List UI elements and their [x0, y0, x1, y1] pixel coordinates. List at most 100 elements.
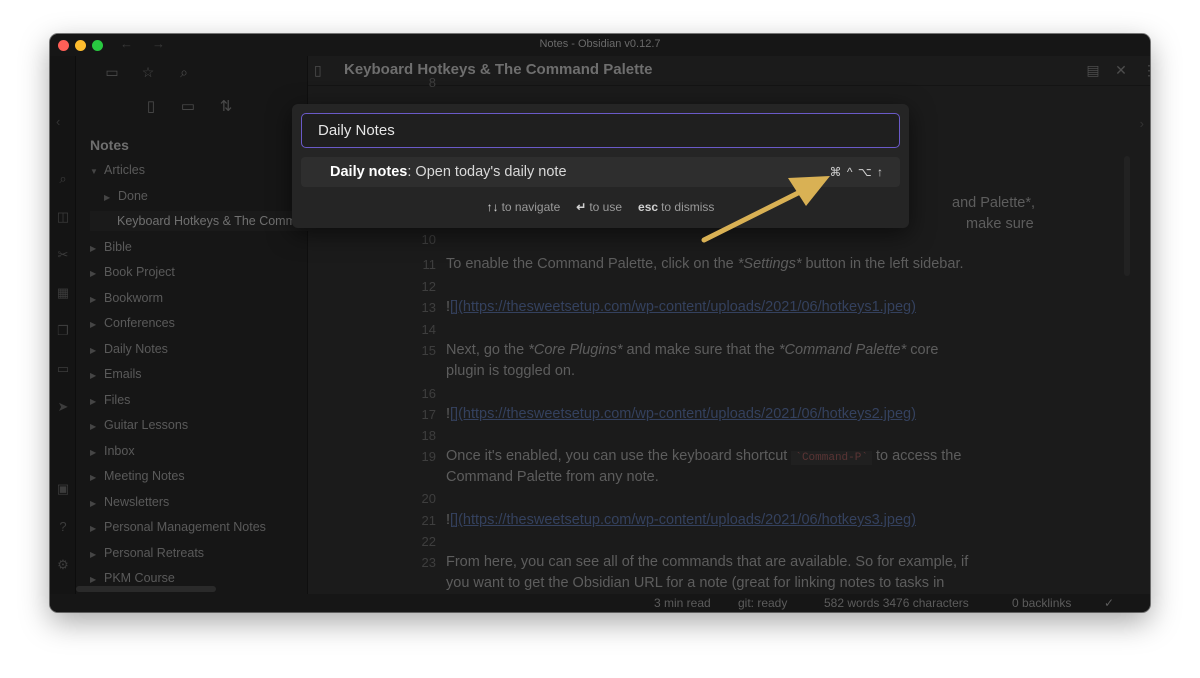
- search-tab-icon[interactable]: ⌕: [174, 62, 194, 82]
- line-number: 21: [421, 513, 436, 528]
- word-count: 582 words 3476 characters: [824, 596, 969, 610]
- palette-instructions: ↑↓ to navigate ↵ to use esc to dismiss: [292, 200, 909, 214]
- tree-item[interactable]: ▶ Book Project: [90, 262, 308, 282]
- window-title: Notes - Obsidian v0.12.7: [539, 38, 661, 50]
- tree-item[interactable]: ▶ Guitar Lessons: [90, 415, 308, 435]
- chevron-right-icon: ▶: [90, 422, 97, 431]
- graph-view-icon[interactable]: ◫: [54, 208, 72, 226]
- copy-icon[interactable]: ❐: [54, 322, 72, 340]
- tree-item[interactable]: ▶ Bible: [90, 237, 308, 257]
- editor-line: you want to get the Obsidian URL for a n…: [446, 573, 944, 594]
- tree-item-label: Bible: [104, 239, 132, 254]
- line-text: Once it's enabled, you can use the keybo…: [446, 448, 792, 464]
- line-text: Next, go the: [446, 342, 529, 358]
- instruction-text: to navigate: [501, 200, 561, 214]
- tree-item[interactable]: ▶ Done: [104, 186, 308, 206]
- chevron-right-icon: ▶: [104, 192, 111, 202]
- vault-icon[interactable]: ▣: [54, 480, 72, 498]
- tree-item-label: Inbox: [104, 443, 135, 458]
- slides-icon[interactable]: ▭: [54, 360, 72, 378]
- git-status[interactable]: git: ready: [738, 596, 787, 610]
- collapse-left-icon[interactable]: ‹: [56, 114, 60, 129]
- calendar-icon[interactable]: ▦: [54, 284, 72, 302]
- tree-item-label: Keyboard Hotkeys & The Comm: [117, 214, 297, 228]
- tree-item[interactable]: ▶ Bookworm: [90, 288, 308, 308]
- instruction-key: ↑↓: [486, 200, 499, 214]
- tree-item[interactable]: ▶ Inbox: [90, 441, 308, 461]
- tree-item[interactable]: Keyboard Hotkeys & The Comm: [90, 211, 308, 231]
- line-number: 11: [422, 257, 437, 272]
- tree-item-label: Articles: [104, 163, 145, 177]
- backlinks-count[interactable]: 0 backlinks: [1012, 596, 1071, 610]
- line-number: 18: [421, 428, 436, 443]
- tree-item[interactable]: ▶ Daily Notes: [90, 339, 308, 359]
- chevron-right-icon: ▶: [90, 473, 97, 482]
- send-icon[interactable]: ➤: [54, 398, 72, 416]
- preview-toggle-icon[interactable]: ▤: [1084, 61, 1102, 79]
- git-icon[interactable]: ✂: [54, 246, 72, 264]
- peek-text-2: make sure: [966, 216, 1034, 232]
- line-text: plugin is toggled on.: [446, 363, 575, 379]
- more-options-icon[interactable]: ⋮: [1140, 61, 1150, 79]
- line-number: 23: [421, 555, 436, 570]
- editor-scrollbar[interactable]: [1124, 156, 1130, 276]
- editor-line: ![](https://thesweetsetup.com/wp-content…: [446, 297, 916, 318]
- command-suggestion[interactable]: Daily notes: Open today's daily note ⌘ ^…: [301, 157, 900, 187]
- chevron-right-icon: ▶: [90, 320, 97, 329]
- sync-check-icon[interactable]: ✓: [1104, 596, 1114, 610]
- tree-item[interactable]: ▶ PKM Course: [90, 568, 308, 588]
- suggestion-rest: : Open today's daily note: [407, 164, 567, 180]
- sort-icon[interactable]: ⇅: [215, 96, 237, 118]
- tree-item-label: Bookworm: [104, 290, 164, 305]
- tree-item-label: Meeting Notes: [104, 469, 185, 483]
- collapse-right-icon[interactable]: ›: [1140, 116, 1144, 131]
- line-number: 13: [421, 300, 436, 315]
- suggestion-highlight: Daily notes: [330, 164, 408, 180]
- tree-item[interactable]: ▶ Emails: [90, 364, 308, 384]
- chevron-right-icon: ▶: [90, 294, 97, 304]
- search-icon[interactable]: ⌕: [54, 170, 72, 188]
- line-text: To enable the Command Palette, click on …: [446, 256, 738, 272]
- instruction-text: to dismiss: [661, 200, 715, 214]
- sidebar-scrollbar[interactable]: [76, 586, 216, 592]
- editor-line: plugin is toggled on.: [446, 361, 575, 382]
- folder-icon[interactable]: ▭: [102, 62, 122, 82]
- line-number: 17: [421, 407, 436, 422]
- sidebar-tabs: ▭ ☆ ⌕: [76, 56, 308, 86]
- instruction: esc to dismiss: [638, 200, 714, 214]
- command-palette: Daily notes: Open today's daily note ⌘ ^…: [292, 104, 909, 228]
- tree-item-label: Done: [118, 188, 148, 203]
- tree-item[interactable]: ▶ Meeting Notes: [90, 466, 308, 486]
- markdown-link[interactable]: [](https://thesweetsetup.com/wp-content/…: [450, 299, 916, 315]
- chevron-right-icon: ▶: [90, 371, 97, 380]
- tree-item-label: Personal Retreats: [104, 545, 205, 560]
- tree-item[interactable]: ▶ Personal Management Notes: [90, 517, 308, 537]
- editor-line: Command Palette from any note.: [446, 467, 659, 488]
- line-text: button in the left sidebar.: [801, 256, 964, 272]
- settings-gear-icon[interactable]: ⚙: [54, 556, 72, 574]
- inline-code: `Command-P`: [791, 451, 872, 465]
- tree-item[interactable]: ▶ Conferences: [90, 313, 308, 333]
- help-icon[interactable]: ?: [54, 518, 72, 536]
- tree-item-label: Personal Management Notes: [104, 520, 266, 534]
- tree-item-label: PKM Course: [104, 571, 175, 585]
- chevron-right-icon: ▶: [90, 524, 97, 533]
- chevron-right-icon: ▶: [90, 396, 97, 406]
- tree-item[interactable]: ▶ Personal Retreats: [90, 543, 308, 563]
- close-pane-icon[interactable]: ✕: [1112, 61, 1130, 79]
- markdown-link[interactable]: [](https://thesweetsetup.com/wp-content/…: [450, 512, 916, 528]
- markdown-link[interactable]: [](https://thesweetsetup.com/wp-content/…: [450, 406, 916, 422]
- tree-item[interactable]: ▶ Files: [90, 390, 308, 410]
- tree-item[interactable]: ▶ Newsletters: [90, 492, 308, 512]
- line-text: you want to get the Obsidian URL for a n…: [446, 575, 945, 591]
- tree-item-label: Book Project: [104, 265, 175, 279]
- new-folder-icon[interactable]: ▭: [177, 96, 199, 118]
- star-icon[interactable]: ☆: [138, 62, 158, 82]
- new-note-icon[interactable]: ▯: [140, 96, 162, 118]
- tree-item[interactable]: ▼ Articles: [90, 160, 308, 180]
- line-number: 8: [428, 75, 436, 90]
- line-number: 20: [421, 491, 436, 506]
- line-number: 14: [421, 322, 436, 337]
- command-search-input[interactable]: [301, 113, 900, 148]
- suggestion-text: Daily notes: Open today's daily note: [330, 164, 567, 180]
